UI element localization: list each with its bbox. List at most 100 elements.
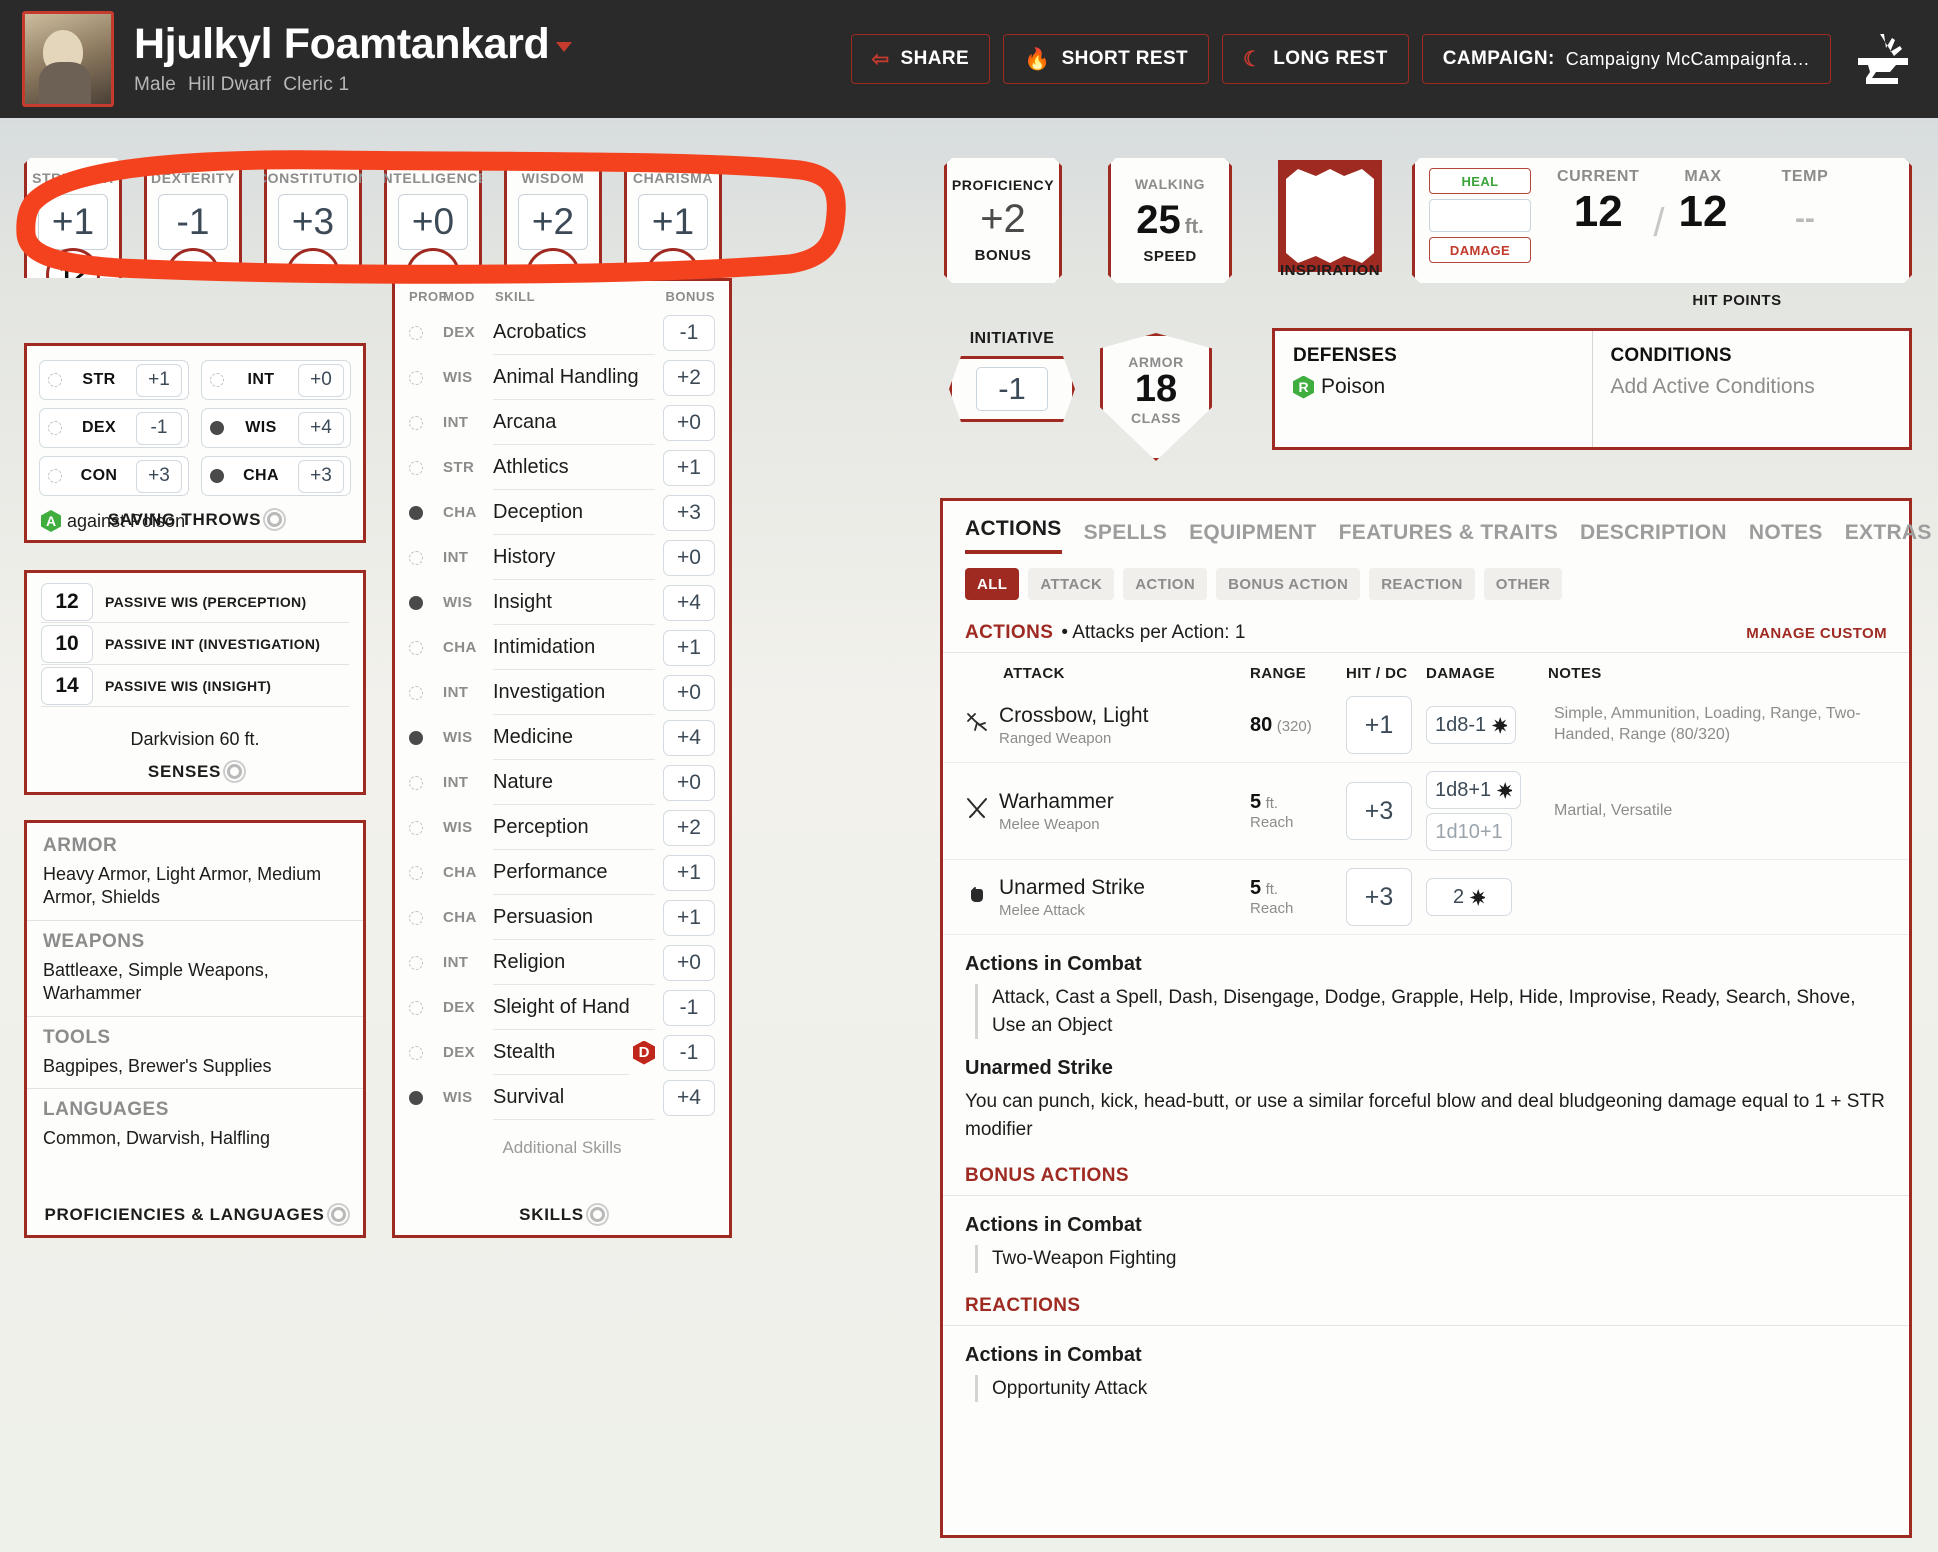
campaign-button[interactable]: CAMPAIGN: Campaigny McCampaignfa… — [1421, 34, 1831, 84]
attack-row[interactable]: Unarmed Strike Melee Attack 5 ft. Reach +3 2 — [943, 860, 1909, 935]
gear-icon[interactable] — [227, 764, 243, 779]
hp-current-label: CURRENT — [1557, 168, 1640, 185]
saving-throw-dex[interactable]: DEX -1 — [39, 408, 189, 448]
gear-icon[interactable] — [267, 512, 283, 527]
chevron-down-icon[interactable] — [556, 41, 573, 52]
tab-notes[interactable]: NOTES — [1749, 521, 1823, 554]
ability-score[interactable]: 8 — [166, 248, 220, 302]
character-class: Cleric 1 — [283, 73, 350, 95]
initiative-card[interactable]: INITIATIVE -1 — [938, 330, 1086, 422]
saving-throws-grid: STR +1 INT +0 DEX -1 WIS +4 CON +3 CHA +… — [27, 346, 363, 496]
share-button[interactable]: ⇦ SHARE — [850, 34, 991, 84]
tab-extras[interactable]: EXTRAS — [1845, 521, 1932, 554]
initiative-value[interactable]: -1 — [976, 367, 1048, 411]
skill-row[interactable]: DEX Acrobatics -1 — [395, 310, 729, 355]
gear-icon[interactable] — [330, 1207, 346, 1222]
skill-row[interactable]: CHA Persuasion +1 — [395, 895, 729, 940]
page-title[interactable]: Hjulkyl Foamtankard — [134, 22, 550, 66]
skill-row[interactable]: INT Investigation +0 — [395, 670, 729, 715]
hp-current-col[interactable]: CURRENT 12 — [1557, 168, 1639, 273]
skill-row[interactable]: INT Nature +0 — [395, 760, 729, 805]
skill-row[interactable]: CHA Performance +1 — [395, 850, 729, 895]
filter-chip-reaction[interactable]: REACTION — [1369, 568, 1475, 600]
skill-row[interactable]: INT Religion +0 — [395, 940, 729, 985]
defense-item[interactable]: R Poison — [1293, 375, 1574, 399]
attack-damage[interactable]: 2 — [1426, 878, 1512, 916]
attack-hit-bonus[interactable]: +3 — [1346, 868, 1412, 926]
tab-equipment[interactable]: EQUIPMENT — [1189, 521, 1317, 554]
skill-row[interactable]: INT Arcana +0 — [395, 400, 729, 445]
damage-button[interactable]: DAMAGE — [1429, 237, 1531, 263]
ability-score[interactable]: 12 — [46, 248, 100, 302]
conditions-section[interactable]: CONDITIONS Add Active Conditions — [1591, 331, 1910, 447]
attack-damage-alt[interactable]: 1d10+1 — [1426, 813, 1512, 851]
additional-skills-link[interactable]: Additional Skills — [395, 1138, 729, 1158]
saving-throw-int[interactable]: INT +0 — [201, 360, 351, 400]
skill-row[interactable]: STR Athletics +1 — [395, 445, 729, 490]
conditions-placeholder[interactable]: Add Active Conditions — [1611, 375, 1892, 399]
defenses-section[interactable]: DEFENSES R Poison — [1275, 331, 1592, 447]
attack-damage[interactable]: 1d8+1 — [1426, 771, 1522, 809]
saving-throw-bonus: +3 — [136, 459, 182, 493]
skill-row[interactable]: CHA Intimidation +1 — [395, 625, 729, 670]
ability-modifier[interactable]: -1 — [158, 194, 228, 250]
filter-chip-other[interactable]: OTHER — [1483, 568, 1563, 600]
tab-spells[interactable]: SPELLS — [1084, 521, 1167, 554]
skill-row[interactable]: WIS Insight +4 — [395, 580, 729, 625]
long-rest-button[interactable]: ☾ LONG REST — [1222, 34, 1409, 84]
attack-hit-bonus[interactable]: +1 — [1346, 696, 1412, 754]
saving-throw-con[interactable]: CON +3 — [39, 456, 189, 496]
hp-max-col[interactable]: MAX 12 — [1679, 168, 1728, 273]
short-rest-button[interactable]: 🔥 SHORT REST — [1003, 34, 1210, 84]
tab-actions[interactable]: ACTIONS — [965, 517, 1062, 554]
ability-modifier[interactable]: +1 — [638, 194, 708, 250]
passive-row[interactable]: 12 PASSIVE WIS (PERCEPTION) — [41, 581, 349, 623]
attack-row[interactable]: Crossbow, Light Ranged Weapon 80 (320) +1 1d… — [943, 688, 1909, 763]
heal-button[interactable]: HEAL — [1429, 168, 1531, 194]
ability-dexterity[interactable]: DEXTERITY -1 8 — [144, 158, 242, 278]
skill-row[interactable]: WIS Animal Handling +2 — [395, 355, 729, 400]
tab-description[interactable]: DESCRIPTION — [1580, 521, 1727, 554]
ability-constitution[interactable]: CONSTITUTION +3 17 — [264, 158, 362, 278]
passive-row[interactable]: 10 PASSIVE INT (INVESTIGATION) — [41, 623, 349, 665]
skill-row[interactable]: WIS Survival +4 — [395, 1075, 729, 1120]
anvil-icon[interactable] — [1850, 32, 1916, 86]
ability-score[interactable]: 17 — [286, 248, 340, 302]
skill-row[interactable]: DEX Sleight of Hand -1 — [395, 985, 729, 1030]
armor-class-card[interactable]: ARMOR 18 CLASS — [1100, 333, 1212, 461]
ability-modifier[interactable]: +0 — [398, 194, 468, 250]
filter-chip-all[interactable]: ALL — [965, 568, 1020, 600]
ability-modifier[interactable]: +3 — [278, 194, 348, 250]
ability-modifier[interactable]: +1 — [38, 194, 108, 250]
inspiration-toggle[interactable] — [1278, 160, 1382, 272]
saving-throw-cha[interactable]: CHA +3 — [201, 456, 351, 496]
senses-footer-label: SENSES — [147, 762, 222, 781]
filter-chip-attack[interactable]: ATTACK — [1028, 568, 1115, 600]
attack-hit-bonus[interactable]: +3 — [1346, 782, 1412, 840]
character-avatar[interactable] — [22, 11, 114, 107]
skill-row[interactable]: WIS Perception +2 — [395, 805, 729, 850]
passive-row[interactable]: 14 PASSIVE WIS (INSIGHT) — [41, 665, 349, 707]
filter-chip-bonus-action[interactable]: BONUS ACTION — [1216, 568, 1361, 600]
attack-row[interactable]: Warhammer Melee Weapon 5 ft. Reach +3 1d8+1 1d… — [943, 763, 1909, 860]
attack-damage[interactable]: 1d8-1 — [1426, 706, 1517, 744]
gear-icon[interactable] — [589, 1207, 605, 1222]
walking-speed-card[interactable]: WALKING 25 ft. SPEED — [1108, 158, 1232, 283]
filter-chip-action[interactable]: ACTION — [1123, 568, 1208, 600]
skill-row[interactable]: DEX Stealth D -1 — [395, 1030, 729, 1075]
saving-throw-str[interactable]: STR +1 — [39, 360, 189, 400]
saving-throw-wis[interactable]: WIS +4 — [201, 408, 351, 448]
proficiency-bonus-card[interactable]: PROFICIENCY +2 BONUS — [944, 158, 1062, 283]
skill-row[interactable]: CHA Deception +3 — [395, 490, 729, 535]
ability-modifier[interactable]: +2 — [518, 194, 588, 250]
skill-row[interactable]: WIS Medicine +4 — [395, 715, 729, 760]
hp-temp-col[interactable]: TEMP -- — [1782, 168, 1829, 273]
hp-amount-input[interactable] — [1429, 199, 1531, 232]
ability-strength[interactable]: STRENGTH +1 12 — [24, 158, 122, 278]
ability-intelligence[interactable]: INTELLIGENCE +0 10 — [384, 158, 482, 278]
tab-features-traits[interactable]: FEATURES & TRAITS — [1339, 521, 1558, 554]
ability-charisma[interactable]: CHARISMA +1 13 — [624, 158, 722, 278]
manage-custom-button[interactable]: MANAGE CUSTOM — [1746, 625, 1887, 642]
skill-row[interactable]: INT History +0 — [395, 535, 729, 580]
ability-wisdom[interactable]: WISDOM +2 15 — [504, 158, 602, 278]
